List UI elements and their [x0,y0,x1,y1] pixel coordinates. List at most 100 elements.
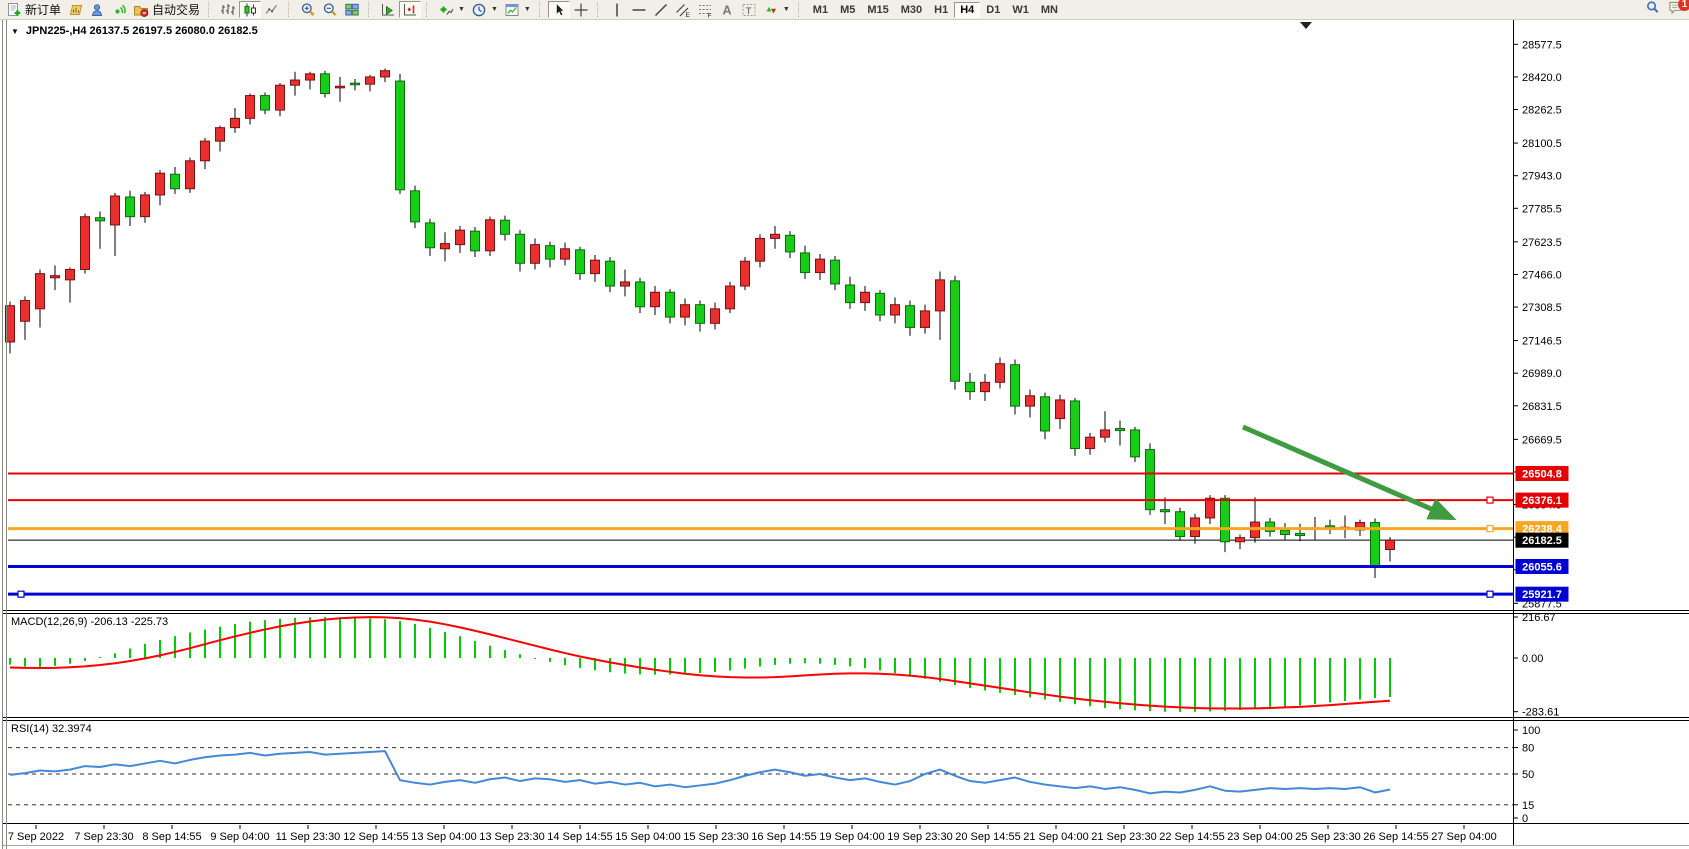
macd-histogram-bar [354,618,356,658]
chart-shift-button[interactable] [399,1,421,18]
timeframe-h1-button[interactable]: H1 [928,2,954,18]
autotrading-button[interactable]: 自动交易 [130,1,203,18]
macd-histogram-bar [639,658,641,674]
timeframe-m15-button[interactable]: M15 [861,2,894,18]
hline-handle[interactable] [1487,526,1493,532]
indicators-button[interactable]: ▼ [435,1,468,18]
svg-text:F: F [707,12,711,18]
time-axis[interactable]: 7 Sep 20227 Sep 23:308 Sep 14:559 Sep 04… [8,825,1497,843]
macd-histogram-bar [1239,658,1241,710]
candlestick-chart-button[interactable] [239,1,261,18]
vertical-line-button[interactable] [606,1,628,18]
candle-body [981,382,990,391]
candle-body [336,86,345,88]
price-tick-label: 26989.0 [1522,368,1562,380]
toolbar-separator [208,2,213,17]
fibonacci-button[interactable]: F [694,1,716,18]
candlestick-series [6,69,1395,578]
charts-button[interactable] [64,1,86,18]
window-left-edge [2,19,3,849]
candle-body [966,382,975,391]
toolbar: 新订单自动交易▼▼▼EFAT▼M1M5M15M30H1H4D1W1MN1 [0,0,1689,20]
new-order-button[interactable]: 新订单 [3,1,64,18]
price-label-25921.7: 25921.7 [1516,587,1569,602]
macd-histogram-bar [174,636,176,658]
line-chart-button[interactable] [261,1,283,18]
macd-histogram-bar [774,658,776,665]
timeframe-mn-button[interactable]: MN [1035,2,1064,18]
text-icon: A [719,2,735,18]
timeframe-m1-button[interactable]: M1 [807,2,834,18]
search-button[interactable] [1645,0,1660,20]
candle-body [636,282,645,307]
candle-body [696,305,705,324]
zoom-out-button[interactable] [319,1,341,18]
cursor-button[interactable] [548,1,570,18]
equidistant-channel-icon: E [675,2,691,18]
macd-tick-label: 0.00 [1522,653,1543,665]
time-tick-label: 14 Sep 14:55 [547,831,612,843]
macd-histogram-bar [99,657,101,658]
alerts-button[interactable] [108,1,130,18]
candle-body [1011,365,1020,406]
time-tick-label: 21 Sep 04:00 [1023,831,1088,843]
macd-histogram-bar [69,658,71,664]
time-tick-label: 15 Sep 23:30 [683,831,748,843]
periods-button[interactable]: ▼ [468,1,501,18]
arrows-button[interactable]: ▼ [760,1,793,18]
auto-scroll-icon [380,2,396,18]
zoom-in-button[interactable] [297,1,319,18]
bar-chart-icon [220,2,236,18]
hline-handle[interactable] [18,591,24,597]
macd-histogram-bar [1059,658,1061,702]
price-tick-label: 26669.5 [1522,434,1562,446]
timeframe-h4-button[interactable]: H4 [954,2,980,18]
tile-windows-icon [344,2,360,18]
candle-body [621,282,630,286]
hline-handle[interactable] [1487,591,1493,597]
alerts-icon [111,2,127,18]
timeframe-m30-button[interactable]: M30 [895,2,928,18]
timeframe-d1-button[interactable]: D1 [980,2,1006,18]
candle-body [1206,498,1215,518]
chart-shift-marker[interactable] [1300,22,1312,29]
svg-text:25921.7: 25921.7 [1522,589,1562,601]
macd-histogram-bar [819,658,821,664]
timeframe-w1-button[interactable]: W1 [1006,2,1035,18]
time-tick-label: 25 Sep 23:30 [1295,831,1360,843]
price-label-26055.6: 26055.6 [1516,559,1569,574]
equidistant-channel-button[interactable]: E [672,1,694,18]
macd-histogram-bar [1089,658,1091,706]
macd-histogram-bar [789,658,791,664]
macd-histogram-bar [1224,658,1226,711]
candle-body [516,234,525,263]
macd-histogram-bar [1119,658,1121,709]
price-tick-label: 27943.0 [1522,171,1562,183]
text-button[interactable]: A [716,1,738,18]
macd-histogram-bar [1269,658,1271,708]
macd-indicator-label: MACD(12,26,9) -206.13 -225.73 [11,616,168,628]
bar-chart-button[interactable] [217,1,239,18]
macd-histogram-bar [1329,658,1331,702]
macd-histogram-bar [699,658,701,673]
candle-body [936,280,945,311]
text-label-button[interactable]: T [738,1,760,18]
chat-button[interactable]: 1 [1668,0,1683,20]
candle-body [1116,428,1125,430]
templates-button[interactable]: ▼ [501,1,534,18]
candle-body [501,220,510,234]
tile-windows-button[interactable] [341,1,363,18]
profiles-button[interactable] [86,1,108,18]
horizontal-line-button[interactable] [628,1,650,18]
macd-histogram-bar [234,624,236,658]
rsi-tick-label: 0 [1522,813,1528,825]
trend-line-button[interactable] [650,1,672,18]
chevron-down-icon: ▼ [783,6,790,13]
auto-scroll-button[interactable] [377,1,399,18]
hline-handle[interactable] [1487,497,1493,503]
chart-dropdown-icon[interactable]: ▼ [11,27,19,36]
toolbar-separator [288,2,293,17]
candle-body [261,96,270,110]
crosshair-button[interactable] [570,1,592,18]
timeframe-m5-button[interactable]: M5 [834,2,861,18]
